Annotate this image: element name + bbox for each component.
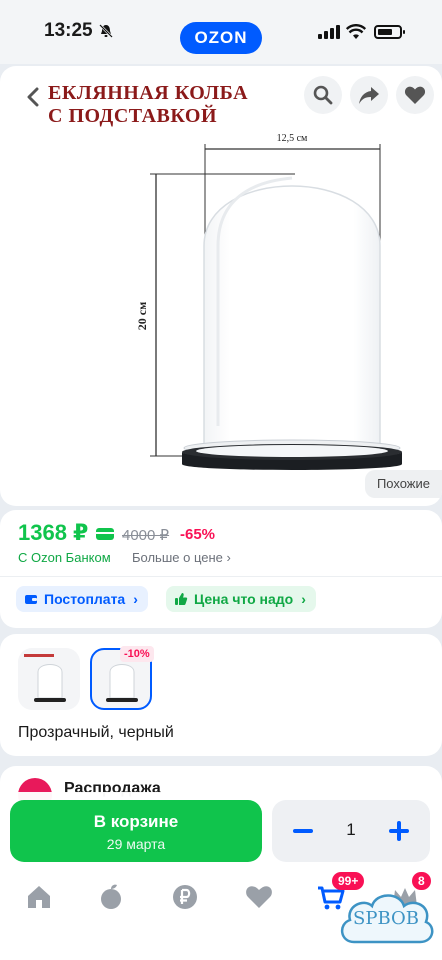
product-image-card[interactable]: ЕКЛЯННАЯ КОЛБА С ПОДСТАВКОЙ 12,5 см 20 с… [0,66,442,506]
divider [0,576,442,577]
home-icon[interactable] [24,882,54,912]
dimension-width-label: 12,5 см [277,133,308,144]
postpay-chip[interactable]: Постоплата › [16,586,148,612]
variant-discount-badge: -10% [120,646,154,662]
similar-products-button[interactable]: Похожие [364,470,442,498]
more-about-price-link[interactable]: Больше о цене › [132,550,231,565]
dimension-height-label: 20 см [135,302,149,331]
favorites-icon[interactable] [244,882,274,912]
fair-price-label: Цена что надо [194,591,294,607]
chevron-right-icon: › [133,591,138,607]
delivery-date: 29 марта [106,836,166,852]
bell-off-icon [99,24,113,38]
quantity-stepper: 1 [272,800,430,862]
ozon-bank-label: С Ozon Банком [18,550,111,565]
fresh-icon[interactable] [96,882,126,912]
search-icon [313,85,333,105]
increase-quantity-button[interactable] [384,816,414,846]
back-button[interactable] [14,78,52,116]
cellular-signal-icon [318,25,340,39]
cart-bar: В корзине 29 марта 1 [0,792,442,870]
watermark-text: SPBOB [353,908,419,929]
product-photo-glass-dome: 12,5 см 20 см [135,133,402,470]
current-price: 1368 ₽ [18,520,89,545]
bank-card-icon [96,528,114,540]
in-cart-label: В корзине [93,812,179,831]
share-icon [359,87,379,104]
watermark-stamp: SPBOB [336,884,436,954]
favorite-button[interactable] [396,76,434,114]
image-caption-line-2: С ПОДСТАВКОЙ [48,105,218,127]
thumbs-up-icon [175,593,188,605]
wifi-icon [346,24,366,39]
variants-card: -10% Прозрачный, черный [0,634,442,756]
heart-icon [404,86,426,104]
in-cart-button[interactable]: В корзине 29 марта [10,800,262,862]
battery-icon [374,25,405,39]
postpay-label: Постоплата [44,591,126,607]
ruble-icon[interactable] [170,882,200,912]
ozon-logo: OZON [180,22,262,54]
selected-variant-name: Прозрачный, черный [18,724,174,741]
status-time: 13:25 [44,20,93,41]
price-card: 1368 ₽ 4000 ₽ -65% С Ozon Банком Больше … [0,510,442,628]
variant-thumbnail[interactable] [18,648,80,710]
image-caption: ЕКЛЯННАЯ КОЛБА С ПОДСТАВКОЙ [48,82,248,128]
search-button[interactable] [304,76,342,114]
discount-badge: -65% [180,526,216,543]
image-caption-line-1: ЕКЛЯННАЯ КОЛБА [48,82,249,104]
back-arrow-icon [27,87,39,107]
old-price: 4000 ₽ [122,527,170,544]
fair-price-chip[interactable]: Цена что надо › [166,586,316,612]
variant-thumbnail-image [24,654,66,702]
wallet-icon [25,595,37,604]
status-bar: 13:25 OZON [0,0,442,64]
share-button[interactable] [350,76,388,114]
chevron-right-icon: › [301,591,306,607]
